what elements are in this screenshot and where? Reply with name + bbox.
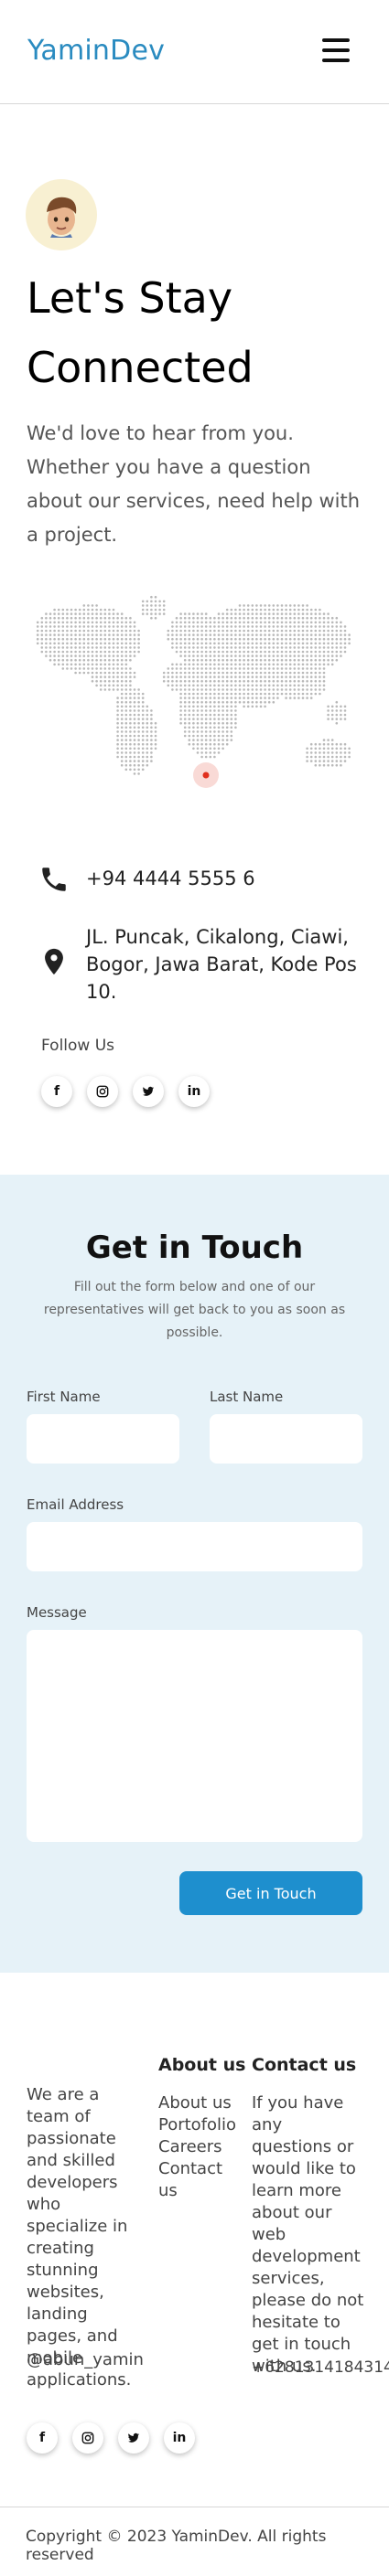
get-in-touch-button[interactable]: Get in Touch — [179, 1871, 362, 1915]
address-text: JL. Puncak, Cikalong, Ciawi, Bogor, Jawa… — [86, 926, 357, 1003]
address-row: JL. Puncak, Cikalong, Ciawi, Bogor, Jawa… — [38, 923, 370, 1006]
hero-description: We'd love to hear from you. Whether you … — [27, 422, 361, 546]
footer-link-contact[interactable]: Contact us — [158, 2158, 236, 2202]
facebook-icon[interactable]: f — [41, 1076, 72, 1107]
footer-link-portfolio[interactable]: Portofolio — [158, 2114, 236, 2136]
footer-handle[interactable]: @abun_yamin — [27, 2349, 144, 2371]
footer-contact-text: If you have any questions or would like … — [252, 2093, 364, 2376]
last-name-label: Last Name — [210, 1389, 284, 1405]
hamburger-menu-icon[interactable] — [322, 38, 350, 62]
contact-form-section: Get in Touch Fill out the form below and… — [0, 1175, 389, 1973]
email-label: Email Address — [27, 1496, 124, 1513]
twitter-icon[interactable] — [118, 2422, 149, 2454]
email-input[interactable] — [27, 1522, 362, 1571]
message-label: Message — [27, 1604, 87, 1621]
footer-about-text: We are a team of passionate and skilled … — [27, 2085, 132, 2390]
linkedin-icon[interactable]: in — [178, 1076, 210, 1107]
page-title: Let's Stay Connected — [27, 273, 254, 392]
footer-social-links: f in — [27, 2422, 195, 2454]
footer-about-heading: About us — [158, 2055, 246, 2075]
linkedin-icon[interactable]: in — [164, 2422, 195, 2454]
form-subtitle: Fill out the form below and one of our r… — [43, 1280, 346, 1340]
footer-link-careers[interactable]: Careers — [158, 2136, 236, 2158]
instagram-icon[interactable] — [87, 1076, 118, 1107]
twitter-icon[interactable] — [133, 1076, 164, 1107]
world-map — [36, 595, 351, 788]
instagram-icon[interactable] — [72, 2422, 103, 2454]
site-logo[interactable]: YaminDev — [27, 35, 165, 67]
message-textarea[interactable] — [27, 1630, 362, 1842]
map-location-marker — [202, 772, 210, 779]
footer-about-links: About us Portofolio Careers Contact us — [158, 2092, 236, 2202]
facebook-icon[interactable]: f — [27, 2422, 58, 2454]
site-header: YaminDev — [0, 0, 389, 104]
copyright-text: Copyright © 2023 YaminDev. All rights re… — [26, 2528, 327, 2564]
phone-number[interactable]: +94 4444 5555 6 — [86, 863, 370, 896]
last-name-input[interactable] — [210, 1414, 362, 1464]
form-title: Get in Touch — [85, 1229, 304, 1266]
memoji-avatar-icon — [26, 179, 97, 250]
follow-us-label: Follow Us — [41, 1037, 115, 1055]
first-name-input[interactable] — [27, 1414, 179, 1464]
footer-link-about[interactable]: About us — [158, 2092, 236, 2114]
location-pin-icon — [45, 948, 63, 975]
first-name-label: First Name — [27, 1389, 101, 1405]
social-links: f in — [41, 1076, 210, 1107]
footer-contact-heading: Contact us — [252, 2055, 357, 2075]
phone-icon — [42, 868, 66, 891]
footer-phone[interactable]: +6281314184314 — [252, 2357, 389, 2379]
phone-row: +94 4444 5555 6 — [38, 863, 370, 896]
